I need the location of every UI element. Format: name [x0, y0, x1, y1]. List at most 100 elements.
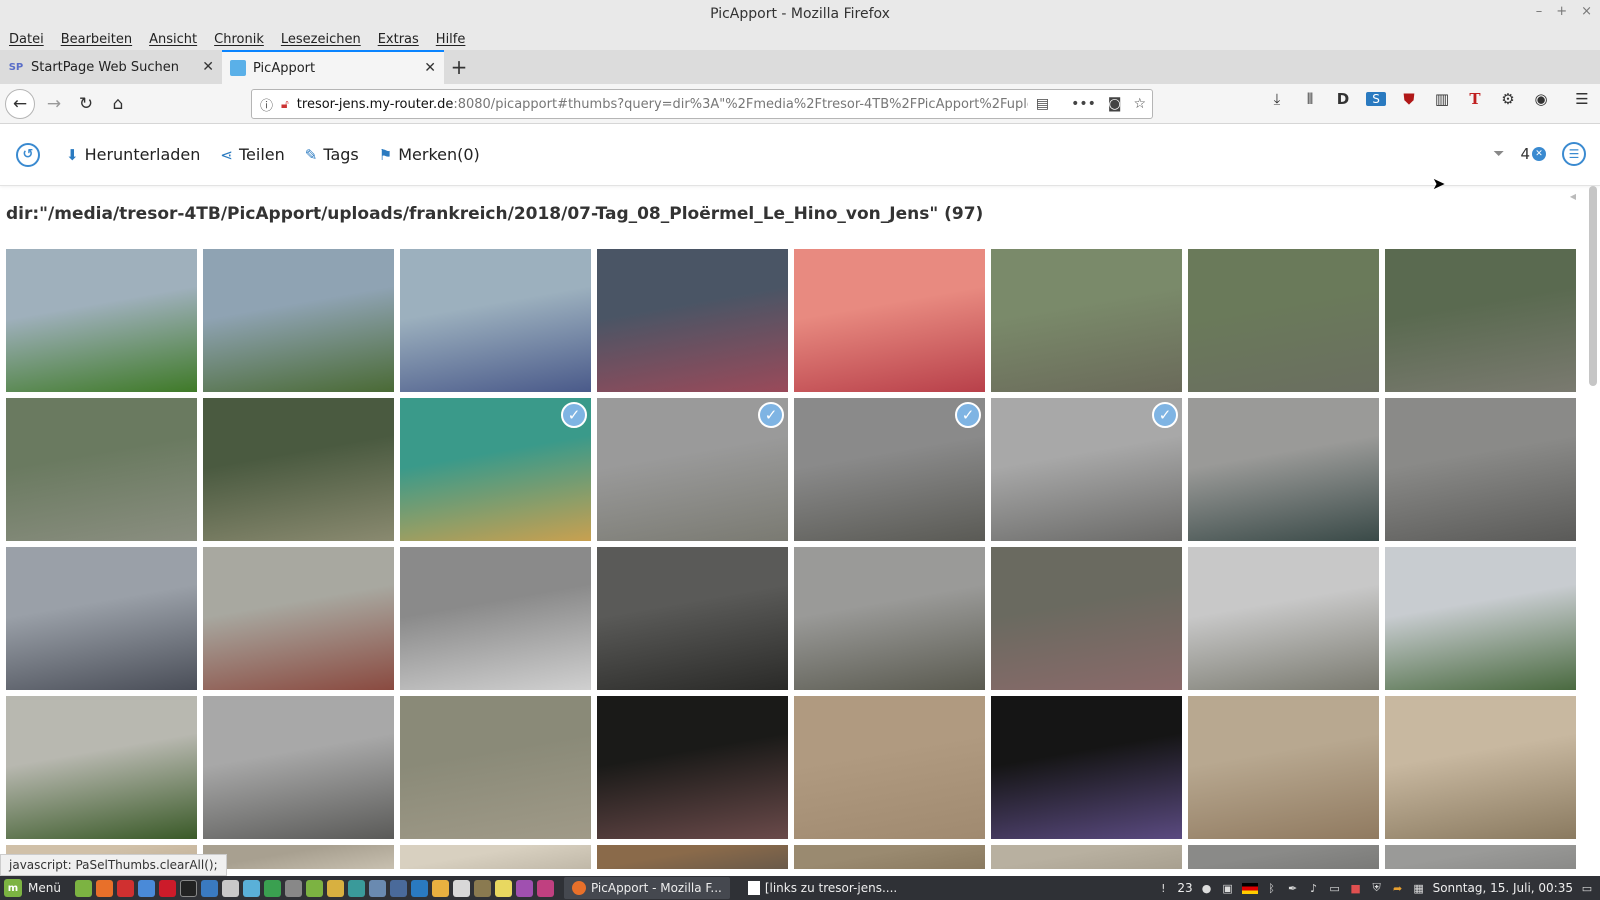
scroll-up-arrow-icon[interactable]: ◀ — [1570, 192, 1576, 201]
thumbnail-image[interactable] — [203, 249, 394, 392]
selected-check-icon[interactable]: ✓ — [758, 402, 784, 428]
folder-icon[interactable] — [326, 879, 344, 897]
downloads-icon[interactable]: ⤓ — [1267, 90, 1287, 108]
new-tab-button[interactable]: + — [444, 50, 474, 84]
maximize-button[interactable]: + — [1556, 4, 1567, 19]
extension-s-icon[interactable]: S — [1366, 92, 1386, 106]
close-window-button[interactable]: × — [1581, 4, 1592, 19]
thumbnail-image[interactable] — [794, 845, 985, 869]
thumbnail-image[interactable] — [6, 398, 197, 541]
close-tab-icon[interactable]: ✕ — [424, 60, 436, 76]
thumbnail-image[interactable] — [6, 696, 197, 839]
taskbar-task-editor[interactable]: [links zu tresor-jens.... — [740, 877, 905, 899]
battery-icon[interactable]: ▭ — [1328, 881, 1342, 895]
media-icon[interactable] — [536, 879, 554, 897]
hamburger-menu-icon[interactable]: ☰ — [1572, 90, 1592, 108]
home-button[interactable]: ⌂ — [103, 89, 133, 119]
thumbnail-image[interactable] — [1385, 398, 1576, 541]
lock-app-icon[interactable] — [221, 879, 239, 897]
page-scrollbar[interactable] — [1589, 186, 1597, 386]
image-viewer-icon[interactable] — [515, 879, 533, 897]
editor-icon[interactable] — [242, 879, 260, 897]
desktop-icon[interactable] — [74, 879, 92, 897]
clear-selection-icon[interactable]: ✕ — [1532, 147, 1546, 161]
user-icon[interactable]: ● — [1200, 881, 1214, 895]
show-desktop-icon[interactable]: ▭ — [1580, 881, 1594, 895]
download-button[interactable]: ⬇ Herunterladen — [66, 145, 200, 164]
pen-icon[interactable]: ✒ — [1286, 881, 1300, 895]
thumbnail-image[interactable] — [203, 398, 394, 541]
german-flag-icon[interactable] — [1241, 882, 1258, 894]
thumbnail-image[interactable]: ✓ — [400, 398, 591, 541]
bookmark-star-icon[interactable]: ☆ — [1133, 96, 1146, 112]
extension-d-icon[interactable]: D — [1333, 90, 1353, 108]
thumbnail-image[interactable] — [991, 249, 1182, 392]
extension-t-icon[interactable]: T — [1465, 90, 1485, 108]
menu-lesezeichen[interactable]: Lesezeichen — [281, 32, 361, 47]
menu-chronik[interactable]: Chronik — [214, 32, 264, 47]
thumbnail-image[interactable] — [400, 696, 591, 839]
thumbnail-image[interactable] — [203, 696, 394, 839]
thumbnail-image[interactable] — [794, 249, 985, 392]
page-actions-icon[interactable]: ••• — [1071, 96, 1096, 112]
vscode-icon[interactable] — [410, 879, 428, 897]
update-icon[interactable]: ➦ — [1391, 881, 1405, 895]
thumbnail-image[interactable] — [597, 696, 788, 839]
back-button[interactable]: ← — [5, 88, 35, 119]
insecure-lock-icon[interactable]: 🔓︎ — [281, 97, 289, 112]
library-icon[interactable]: ⫴ — [1300, 90, 1320, 108]
menu-hilfe[interactable]: Hilfe — [436, 32, 466, 47]
thumbnail-image[interactable] — [6, 547, 197, 690]
tab-picapport[interactable]: PicApport ✕ — [222, 50, 444, 84]
minimize-button[interactable]: – — [1536, 4, 1543, 19]
info-icon[interactable]: ⓘ — [260, 95, 273, 114]
thumbnail-image[interactable]: ✓ — [991, 398, 1182, 541]
thumbnail-image[interactable] — [597, 845, 788, 869]
start-menu-button[interactable]: m Menü — [0, 879, 69, 897]
bluetooth-icon[interactable]: ᛒ — [1265, 881, 1279, 895]
calc-icon[interactable] — [263, 879, 281, 897]
vivaldi-icon[interactable] — [116, 879, 134, 897]
screenshot-icon[interactable] — [200, 879, 218, 897]
tab-startpage[interactable]: SP StartPage Web Suchen ✕ — [0, 50, 222, 84]
reload-button[interactable]: ↻ — [71, 89, 101, 119]
selected-check-icon[interactable]: ✓ — [561, 402, 587, 428]
refresh-icon[interactable]: ↺ — [16, 142, 40, 167]
thumbnail-image[interactable] — [991, 845, 1182, 869]
menu-bearbeiten[interactable]: Bearbeiten — [61, 32, 132, 47]
ublock-icon[interactable]: ⛊ — [1399, 90, 1419, 108]
thumbnail-image[interactable] — [794, 547, 985, 690]
remember-button[interactable]: ⚑ Merken(0) — [379, 145, 480, 164]
clipboard-icon[interactable]: ▣ — [1221, 881, 1235, 895]
thumbnail-image[interactable] — [400, 845, 591, 869]
sync-icon[interactable] — [347, 879, 365, 897]
thumbnail-image[interactable] — [203, 845, 394, 869]
thumbnail-image[interactable] — [597, 547, 788, 690]
thumbnail-image[interactable] — [1385, 845, 1576, 869]
url-bar[interactable]: ⓘ 🔓︎ tresor-jens.my-router.de :8080/pica… — [251, 89, 1153, 119]
camera-icon[interactable] — [284, 879, 302, 897]
selected-check-icon[interactable]: ✓ — [1152, 402, 1178, 428]
thumbnail-image[interactable]: ✓ — [794, 398, 985, 541]
thumbnail-image[interactable] — [991, 547, 1182, 690]
firefox-icon[interactable] — [95, 879, 113, 897]
shield-icon[interactable]: ⛨ — [1370, 881, 1384, 895]
thumbnail-image[interactable] — [991, 696, 1182, 839]
notification-icon[interactable]: ! — [1156, 881, 1170, 895]
keyboard-icon[interactable]: ▦ — [1412, 881, 1426, 895]
notes-icon[interactable] — [494, 879, 512, 897]
camera-tray-icon[interactable]: ■ — [1349, 881, 1363, 895]
thumbnail-image[interactable]: ✓ — [597, 398, 788, 541]
thumbnail-image[interactable] — [1188, 547, 1379, 690]
thumbnail-image[interactable] — [400, 547, 591, 690]
opera-icon[interactable] — [158, 879, 176, 897]
thumbnail-image[interactable] — [794, 696, 985, 839]
taskbar-task-firefox[interactable]: PicApport - Mozilla F... — [563, 877, 730, 899]
selection-count[interactable]: 4 ✕ — [1520, 145, 1546, 163]
network-icon[interactable] — [389, 879, 407, 897]
thumbnail-image[interactable] — [6, 249, 197, 392]
forward-button[interactable]: → — [39, 89, 69, 119]
extension-gear-icon[interactable]: ⚙ — [1498, 90, 1518, 108]
thumbnail-image[interactable] — [203, 547, 394, 690]
terminal-icon[interactable] — [179, 879, 197, 897]
